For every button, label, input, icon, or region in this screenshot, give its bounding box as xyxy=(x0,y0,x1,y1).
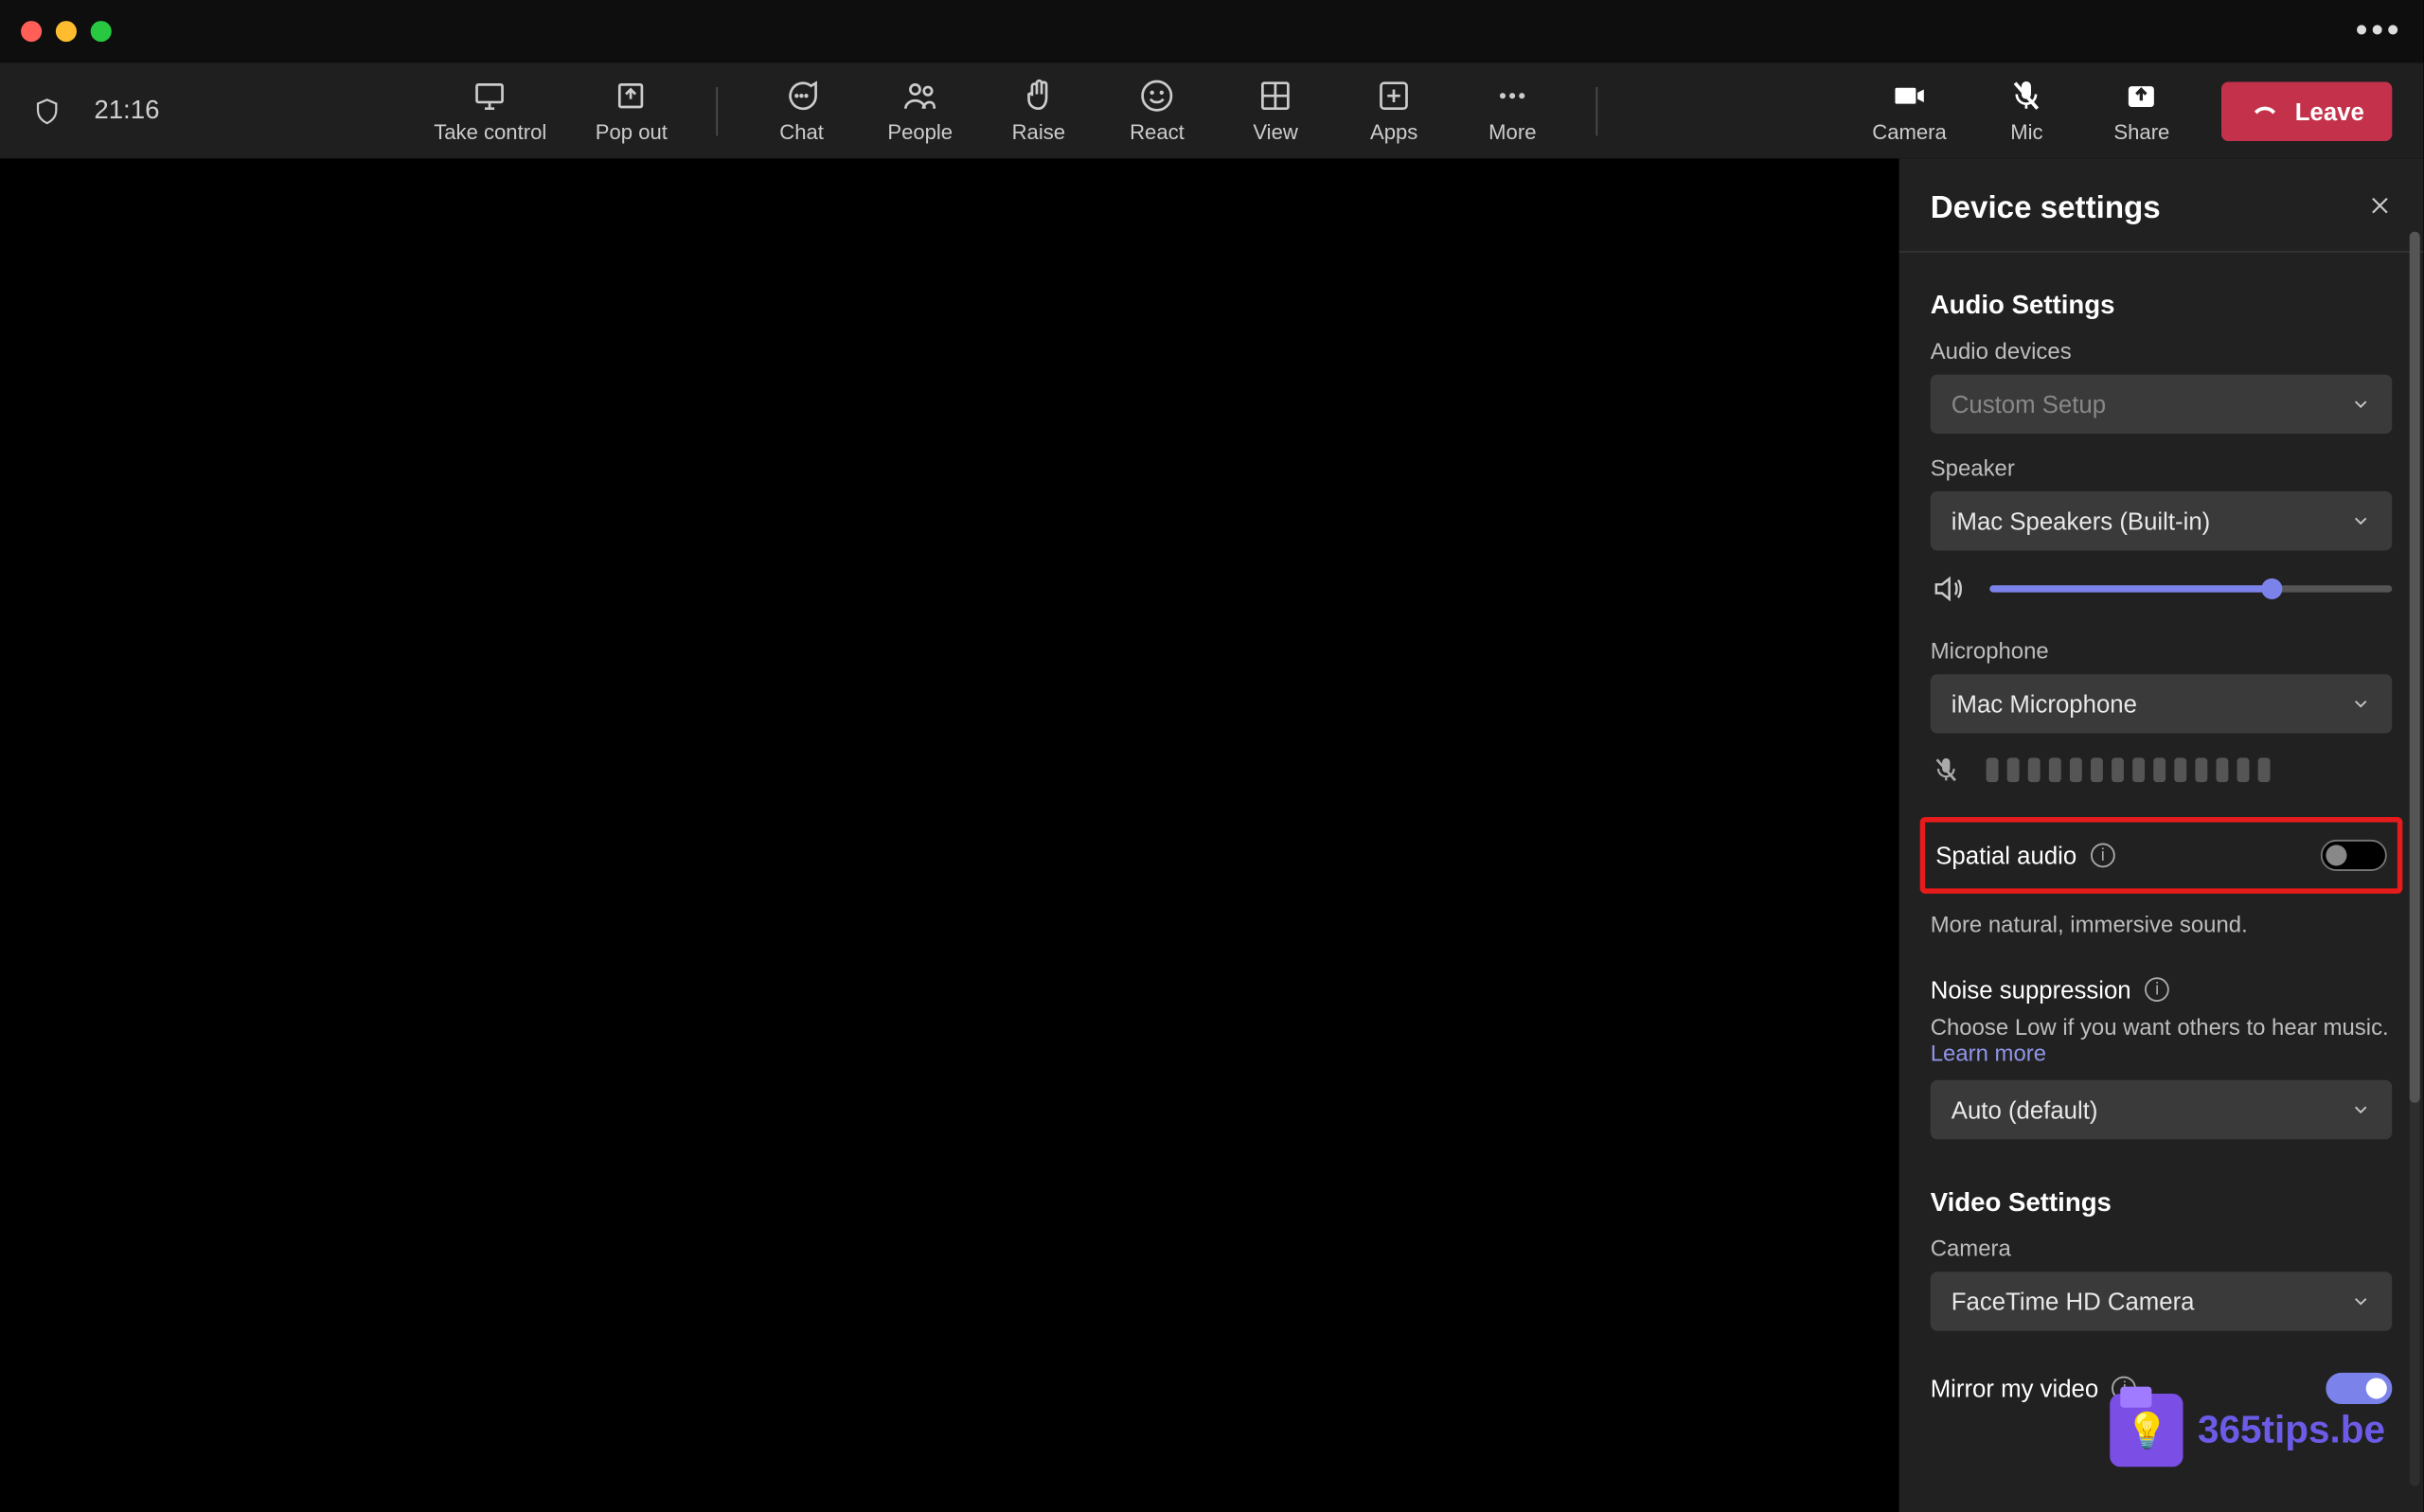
raise-hand-button[interactable]: Raise xyxy=(1004,77,1074,145)
take-control-label: Take control xyxy=(434,120,546,145)
chevron-down-icon xyxy=(2350,1290,2371,1311)
video-section-title: Video Settings xyxy=(1931,1188,2393,1218)
watermark-text: 365tips.be xyxy=(2198,1408,2385,1453)
noise-suppression-label: Noise suppression xyxy=(1931,975,2131,1003)
macos-titlebar: ••• xyxy=(0,0,2423,62)
meeting-toolbar: 21:16 Take control Pop out Chat People xyxy=(0,62,2423,158)
shield-icon[interactable] xyxy=(31,93,62,128)
audio-devices-label: Audio devices xyxy=(1931,338,2393,365)
leave-button[interactable]: Leave xyxy=(2222,81,2393,141)
noise-suppression-select[interactable]: Auto (default) xyxy=(1931,1080,2393,1140)
audio-section-title: Audio Settings xyxy=(1931,291,2393,320)
speaker-volume-row xyxy=(1931,572,2393,607)
mic-level-meter xyxy=(1931,755,2393,786)
apps-label: Apps xyxy=(1370,120,1417,145)
camera-label: Camera xyxy=(1872,120,1947,145)
raise-label: Raise xyxy=(1012,120,1065,145)
close-window-button[interactable] xyxy=(21,21,42,42)
microphone-value: iMac Microphone xyxy=(1952,690,2137,718)
panel-header: Device settings xyxy=(1899,158,2424,252)
chat-button[interactable]: Chat xyxy=(767,77,837,145)
watermark-icon: 💡 xyxy=(2111,1394,2183,1467)
lightbulb-icon: 💡 xyxy=(2126,1409,2169,1452)
chevron-down-icon xyxy=(2350,1099,2371,1120)
watermark: 💡 365tips.be xyxy=(2111,1394,2385,1467)
react-label: React xyxy=(1130,120,1185,145)
apps-button[interactable]: Apps xyxy=(1359,77,1429,145)
toolbar-divider xyxy=(716,86,718,135)
spatial-audio-row: Spatial audio i xyxy=(1935,840,2387,871)
mic-button[interactable]: Mic xyxy=(1992,77,2062,145)
audio-devices-select[interactable]: Custom Setup xyxy=(1931,375,2393,435)
meeting-timer: 21:16 xyxy=(94,96,159,125)
spatial-audio-label-group: Spatial audio i xyxy=(1935,842,2114,869)
camera-button[interactable]: Camera xyxy=(1872,77,1947,145)
noise-suppression-description: Choose Low if you want others to hear mu… xyxy=(1931,1014,2393,1066)
panel-title: Device settings xyxy=(1931,190,2161,227)
spatial-audio-label: Spatial audio xyxy=(1935,842,2076,869)
toolbar-divider xyxy=(1596,86,1598,135)
view-label: View xyxy=(1253,120,1297,145)
close-panel-button[interactable] xyxy=(2368,190,2393,227)
speaker-value: iMac Speakers (Built-in) xyxy=(1952,507,2210,534)
chevron-down-icon xyxy=(2350,693,2371,714)
noise-suppression-value: Auto (default) xyxy=(1952,1095,2098,1123)
speaker-select[interactable]: iMac Speakers (Built-in) xyxy=(1931,491,2393,551)
pop-out-label: Pop out xyxy=(596,120,668,145)
close-icon xyxy=(2368,193,2393,218)
camera-label: Camera xyxy=(1931,1236,2393,1262)
zoom-window-button[interactable] xyxy=(91,21,112,42)
toolbar-center: Take control Pop out Chat People Raise xyxy=(434,77,1597,145)
meeting-body: Device settings Audio Settings Audio dev… xyxy=(0,158,2423,1512)
mic-muted-icon xyxy=(1931,755,1962,786)
chevron-down-icon xyxy=(2350,394,2371,415)
share-button[interactable]: Share xyxy=(2107,77,2177,145)
leave-label: Leave xyxy=(2295,97,2364,124)
spatial-audio-highlight: Spatial audio i xyxy=(1920,817,2403,894)
window-controls xyxy=(21,21,112,42)
toolbar-right: Camera Mic Share Leave xyxy=(1872,77,2392,145)
camera-value: FaceTime HD Camera xyxy=(1952,1288,2195,1315)
video-stage[interactable] xyxy=(0,158,1899,1512)
noise-desc-text: Choose Low if you want others to hear mu… xyxy=(1931,1014,2389,1041)
toolbar-left: 21:16 xyxy=(31,93,159,128)
view-button[interactable]: View xyxy=(1240,77,1310,145)
panel-scroll-area[interactable]: Audio Settings Audio devices Custom Setu… xyxy=(1899,253,2424,1456)
more-label: More xyxy=(1488,120,1536,145)
microphone-label: Microphone xyxy=(1931,637,2393,664)
camera-select[interactable]: FaceTime HD Camera xyxy=(1931,1272,2393,1331)
audio-devices-value: Custom Setup xyxy=(1952,390,2106,418)
scrollbar-thumb[interactable] xyxy=(2410,232,2420,1103)
speaker-label: Speaker xyxy=(1931,454,2393,481)
pop-out-button[interactable]: Pop out xyxy=(596,77,668,145)
minimize-window-button[interactable] xyxy=(56,21,77,42)
learn-more-link[interactable]: Learn more xyxy=(1931,1040,2046,1066)
spatial-audio-toggle[interactable] xyxy=(2321,840,2387,871)
info-icon[interactable]: i xyxy=(2091,844,2115,868)
mirror-video-label-group: Mirror my video i xyxy=(1931,1375,2137,1402)
speaker-volume-slider[interactable] xyxy=(1989,585,2392,592)
more-button[interactable]: More xyxy=(1478,77,1548,145)
titlebar-more-icon[interactable]: ••• xyxy=(2356,11,2403,51)
mirror-video-label: Mirror my video xyxy=(1931,1375,2099,1402)
chat-label: Chat xyxy=(779,120,824,145)
device-settings-panel: Device settings Audio Settings Audio dev… xyxy=(1899,158,2424,1512)
speaker-icon xyxy=(1931,572,1966,607)
people-button[interactable]: People xyxy=(885,77,955,145)
info-icon[interactable]: i xyxy=(2145,977,2169,1002)
mic-level-bars xyxy=(1987,757,2271,782)
mic-label: Mic xyxy=(2010,120,2042,145)
take-control-button[interactable]: Take control xyxy=(434,77,546,145)
spatial-audio-description: More natural, immersive sound. xyxy=(1931,911,2393,937)
react-button[interactable]: React xyxy=(1122,77,1192,145)
people-label: People xyxy=(887,120,953,145)
chevron-down-icon xyxy=(2350,510,2371,531)
share-label: Share xyxy=(2113,120,2169,145)
noise-suppression-label-group: Noise suppression i xyxy=(1931,975,2393,1003)
microphone-select[interactable]: iMac Microphone xyxy=(1931,674,2393,734)
